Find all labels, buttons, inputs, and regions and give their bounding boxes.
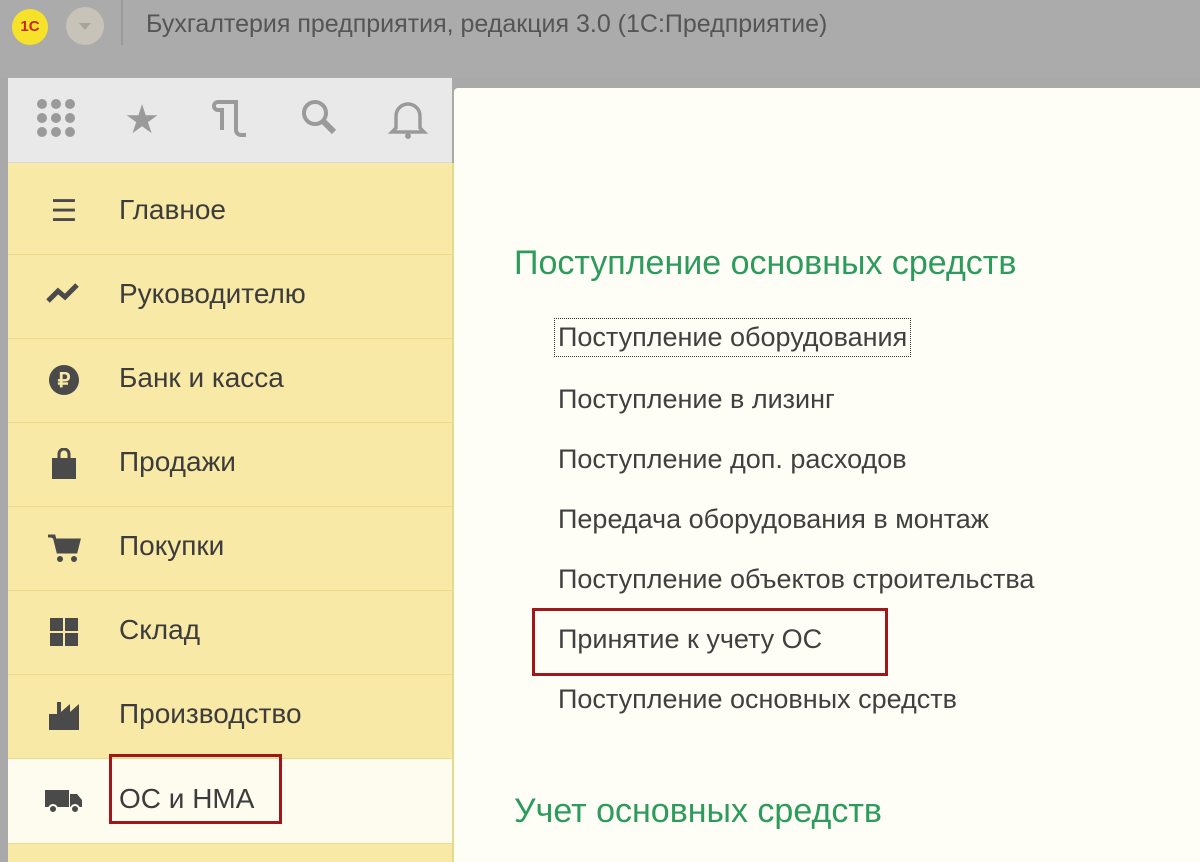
divider (121, 0, 123, 45)
sidebar-item-label: Продажи (119, 446, 236, 477)
app-logo[interactable]: 1С (12, 9, 48, 45)
svg-text:₽: ₽ (58, 370, 71, 392)
sidebar-item-label: Банк и касса (119, 362, 284, 393)
group-title-receipt: Поступление основных средств (514, 244, 1017, 282)
sidebar-item-label: Руководителю (119, 278, 306, 309)
truck-icon (44, 785, 84, 817)
section-content: Поступление основных средств Поступление… (454, 88, 1200, 862)
shopping-bag-icon (44, 447, 84, 480)
history-icon[interactable] (208, 96, 256, 144)
highlight-frame (109, 754, 282, 824)
link-equipment-installation[interactable]: Передача оборудования в монтаж (558, 504, 989, 535)
sidebar-item-bank[interactable]: ₽ Банк и касса (8, 338, 452, 423)
trend-chart-icon (44, 280, 84, 312)
link-additional-costs[interactable]: Поступление доп. расходов (558, 444, 907, 475)
window-title: Бухгалтерия предприятия, редакция 3.0 (1… (146, 10, 828, 38)
link-construction-receipt[interactable]: Поступление объектов строительства (558, 564, 1034, 595)
title-bar: 1С Бухгалтерия предприятия, редакция 3.0… (0, 0, 1200, 78)
sidebar-item-manager[interactable]: Руководителю (8, 254, 452, 339)
main-menu-button[interactable] (66, 7, 104, 45)
highlight-frame (532, 608, 888, 676)
factory-icon (44, 700, 84, 732)
sidebar-item-main[interactable]: ☰ Главное (8, 170, 452, 255)
ruble-icon: ₽ (44, 364, 84, 396)
favorites-star-icon[interactable]: ★ (118, 96, 166, 144)
link-equipment-receipt[interactable]: Поступление оборудования (553, 318, 912, 357)
warehouse-icon (44, 616, 84, 648)
search-icon[interactable] (296, 96, 344, 144)
sidebar-item-purchases[interactable]: Покупки (8, 506, 452, 591)
sidebar-item-label: Покупки (119, 530, 225, 561)
group-title-accounting: Учет основных средств (514, 792, 882, 830)
sidebar-item-label: Производство (119, 698, 302, 729)
sidebar-item-production[interactable]: Производство (8, 674, 452, 759)
cart-icon (44, 532, 84, 564)
sidebar-item-label: Главное (119, 194, 226, 225)
apps-grid-icon[interactable] (32, 96, 80, 144)
link-fixed-assets-receipt[interactable]: Поступление основных средств (558, 684, 957, 715)
sidebar-item-sales[interactable]: Продажи (8, 422, 452, 507)
sidebar-item-label: Склад (119, 614, 201, 645)
notifications-bell-icon[interactable] (384, 96, 432, 144)
link-leasing-receipt[interactable]: Поступление в лизинг (558, 384, 835, 415)
sidebar-item-warehouse[interactable]: Склад (8, 590, 452, 675)
menu-lines-icon: ☰ (50, 195, 78, 228)
toolbar: ★ (8, 78, 452, 163)
